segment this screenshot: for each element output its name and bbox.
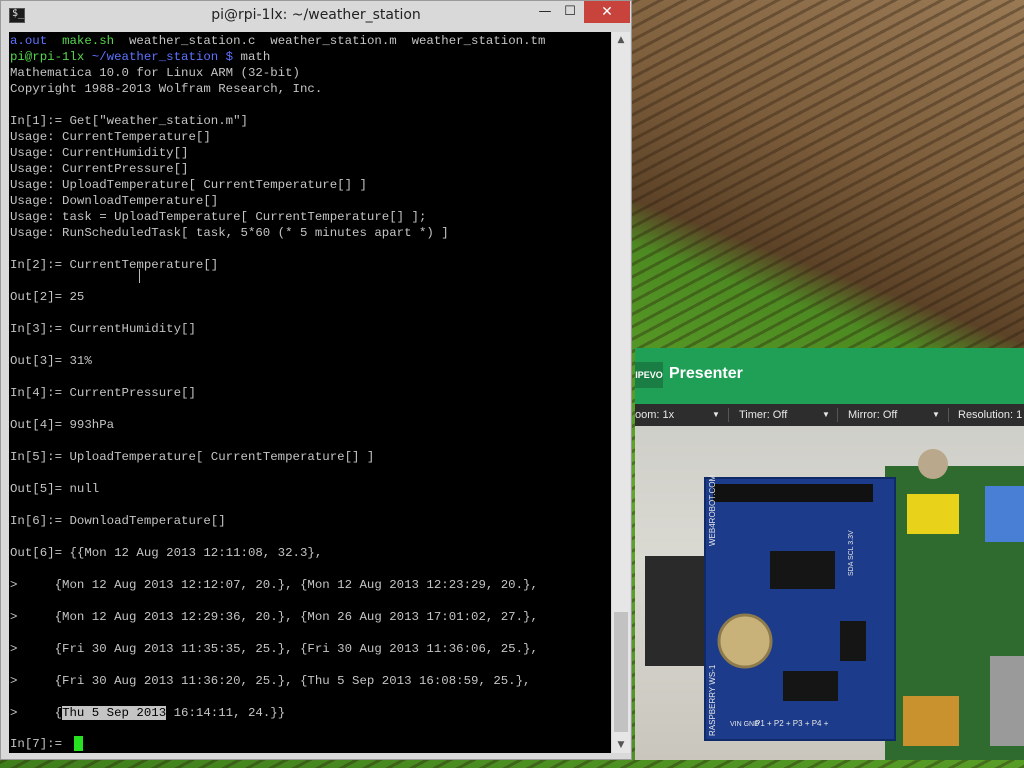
terminal-window[interactable]: $_ pi@rpi-1lx: ~/weather_station — ☐ ✕ a… [0, 0, 632, 760]
timer-dropdown[interactable]: Timer: Off ▼ [739, 404, 834, 426]
selected-text[interactable]: Thu 5 Sep 2013 [62, 706, 167, 720]
toolbar-divider [837, 408, 838, 422]
console-line: In[4]:= CurrentPressure[] [10, 386, 196, 400]
console-line: > {Fri 30 Aug 2013 11:35:35, 25.}, {Fri … [10, 642, 538, 656]
console-line: In[1]:= Get["weather_station.m"] [10, 114, 248, 128]
toolbar-divider [948, 408, 949, 422]
console-line: Out[5]= null [10, 482, 100, 496]
scrollbar-thumb[interactable] [614, 612, 628, 732]
console-line: Out[2]= 25 [10, 290, 85, 304]
toolbar-divider [728, 408, 729, 422]
rca-plug [918, 449, 948, 479]
console-line: In[3]:= CurrentHumidity[] [10, 322, 196, 336]
rca-connector [907, 494, 959, 534]
mirror-dropdown[interactable]: Mirror: Off ▼ [848, 404, 943, 426]
console-line: Copyright 1988-2013 Wolfram Research, In… [10, 82, 323, 96]
console-line: In[5]:= UploadTemperature[ CurrentTemper… [10, 450, 375, 464]
console-line: Out[4]= 993hPa [10, 418, 115, 432]
console-line: Usage: CurrentHumidity[] [10, 146, 189, 160]
mirror-label: Mirror: Off [848, 409, 898, 421]
presenter-header: IPEVO Presenter [635, 348, 1024, 404]
prompt-symbol: $ [225, 50, 234, 64]
console-line: > {Mon 12 Aug 2013 12:29:36, 20.}, {Mon … [10, 610, 538, 624]
ipevo-logo: IPEVO [635, 362, 663, 388]
console-line: In[6]:= DownloadTemperature[] [10, 514, 226, 528]
console-line: Usage: DownloadTemperature[] [10, 194, 219, 208]
output-prefix: > { [10, 706, 63, 720]
ic-chip [770, 551, 835, 589]
console-line: Out[6]= {{Mon 12 Aug 2013 12:11:08, 32.3… [10, 546, 323, 560]
console-line: In[2]:= CurrentTemperature[] [10, 258, 219, 272]
board-brand-label: WEB4ROBOT.COM [708, 475, 717, 546]
zoom-dropdown[interactable]: oom: 1x ▼ [635, 404, 723, 426]
close-button[interactable]: ✕ [584, 1, 630, 23]
prompt-command: math [240, 50, 271, 64]
title-bar[interactable]: $_ pi@rpi-1lx: ~/weather_station — ☐ ✕ [1, 1, 631, 31]
console-line: > {Mon 12 Aug 2013 12:12:07, 20.}, {Mon … [10, 578, 538, 592]
board-pins-label: P1 + P2 + P3 + P4 + [755, 719, 829, 728]
presenter-title: Presenter [669, 365, 743, 382]
presenter-toolbar: oom: 1x ▼ Timer: Off ▼ Mirror: Off ▼ Resolu… [635, 404, 1024, 426]
console-line: Usage: task = UploadTemperature[ Current… [10, 210, 427, 224]
file-entry: weather_station.c [129, 34, 256, 48]
scroll-up-arrow-icon[interactable]: ▲ [612, 32, 630, 48]
shell-prompt-line: pi@rpi-1lx ~/weather_station $ math [10, 49, 270, 65]
console-line: Usage: CurrentPressure[] [10, 162, 189, 176]
chevron-down-icon: ▼ [822, 410, 830, 419]
input-prompt: In[7]:= [10, 737, 70, 751]
console-line: Mathematica 10.0 for Linux ARM (32-bit) [10, 66, 300, 80]
audio-jack [985, 486, 1024, 542]
file-entry: a.out [10, 34, 48, 48]
terminal-console[interactable]: a.out make.sh weather_station.c weather_… [9, 32, 611, 753]
board-power-label: VIN GND [730, 721, 759, 728]
battery-holder [717, 613, 773, 669]
presenter-window[interactable]: IPEVO Presenter oom: 1x ▼ Timer: Off ▼ Mir… [635, 348, 1024, 760]
camera-view: WEB4ROBOT.COM RASPBERRY WS-1 P1 + P2 + P… [635, 426, 1024, 760]
text-cursor [74, 736, 83, 751]
maximize-button[interactable]: ☐ [555, 1, 585, 23]
resolution-dropdown[interactable]: Resolution: 1 [958, 404, 1022, 426]
scroll-down-arrow-icon[interactable]: ▼ [612, 737, 630, 753]
ic-chip [840, 621, 866, 661]
timer-label: Timer: Off [739, 409, 788, 421]
ic-chip [783, 671, 838, 701]
console-line: Out[3]= 31% [10, 354, 92, 368]
vertical-scrollbar[interactable]: ▲ ▼ [612, 32, 630, 753]
board-model-label: RASPBERRY WS-1 [708, 664, 717, 736]
chevron-down-icon: ▼ [932, 410, 940, 419]
file-entry: weather_station.tm [411, 34, 546, 48]
console-line: Usage: RunScheduledTask[ task, 5*60 (* 5… [10, 226, 449, 240]
file-entry: weather_station.m [270, 34, 397, 48]
ibeam-cursor-icon [139, 269, 140, 283]
console-line: Usage: UploadTemperature[ CurrentTempera… [10, 178, 367, 192]
console-line: > {Fri 30 Aug 2013 11:36:20, 25.}, {Thu … [10, 674, 531, 688]
ribbon-cable [990, 656, 1024, 746]
console-line-last-output: > {Thu 5 Sep 2013 16:14:11, 24.}} [10, 705, 285, 721]
gpio-header [713, 484, 873, 502]
chevron-down-icon: ▼ [712, 410, 720, 419]
raspberry-pi-photo: WEB4ROBOT.COM RASPBERRY WS-1 P1 + P2 + P… [645, 449, 1024, 760]
zoom-label: oom: 1x [635, 409, 675, 421]
output-suffix: 16:14:11, 24.}} [166, 706, 286, 720]
prompt-path: ~/weather_station [91, 50, 219, 64]
ls-output: a.out make.sh weather_station.c weather_… [10, 33, 545, 49]
board-i2c-label: SDA SCL 3.3V [848, 530, 855, 576]
console-line: Usage: CurrentTemperature[] [10, 130, 211, 144]
file-entry: make.sh [62, 34, 115, 48]
prompt-user-host: pi@rpi-1lx [10, 50, 85, 64]
hdmi-port [903, 696, 959, 746]
